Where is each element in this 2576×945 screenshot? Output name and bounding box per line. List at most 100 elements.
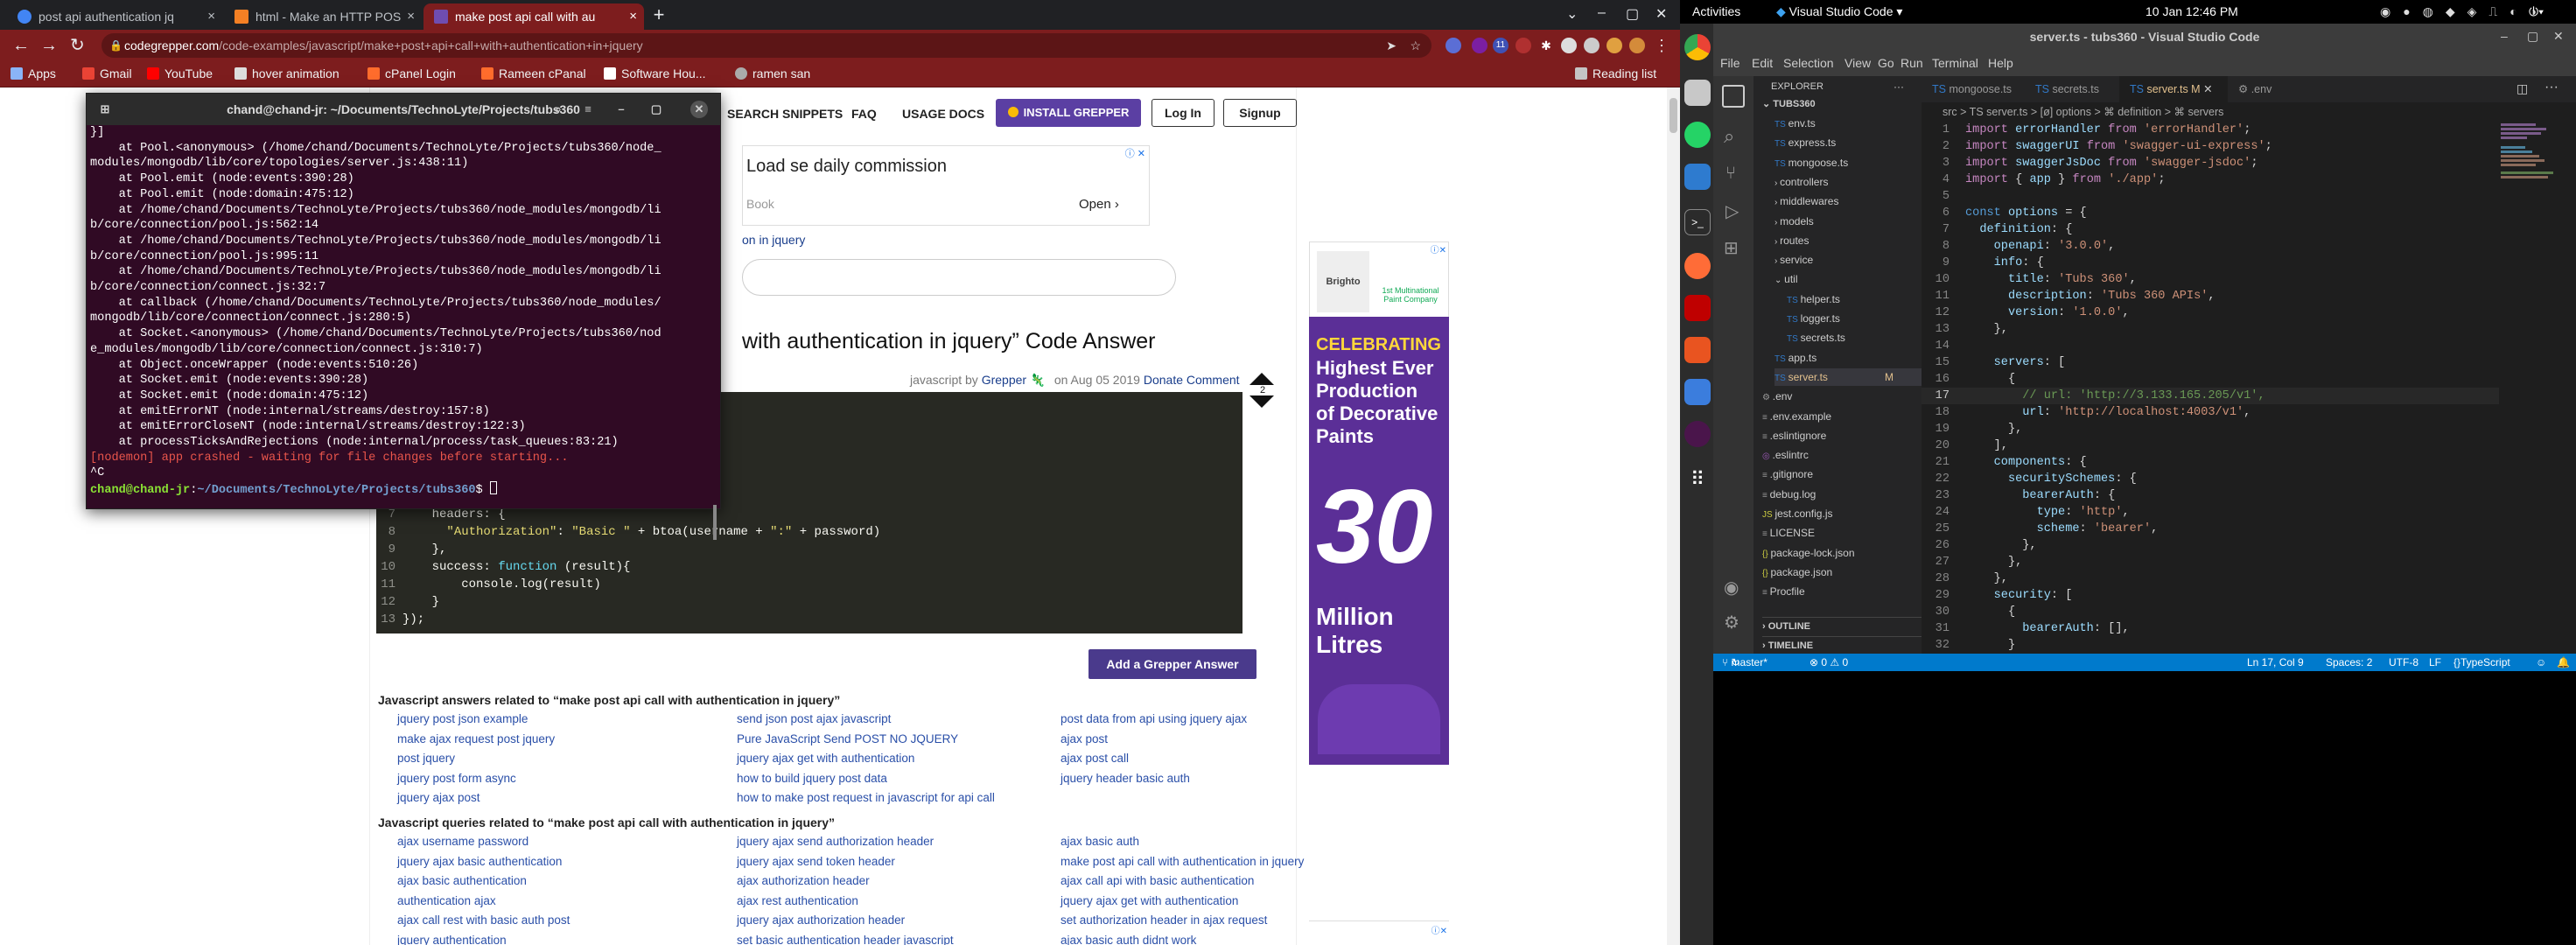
nav-faq[interactable]: FAQ [851,107,877,121]
related-link[interactable]: jquery ajax send authorization header [737,835,934,848]
related-link[interactable]: ajax basic authentication [397,874,527,887]
tree-item-app-ts[interactable]: TS app.ts [1774,349,1816,367]
minimize-icon[interactable]: – [1598,5,1606,21]
tree-item-util[interactable]: ⌄ util [1774,270,1798,288]
add-answer-button[interactable]: Add a Grepper Answer [1088,649,1256,679]
extension-icon[interactable]: ✱ [1538,38,1554,53]
ad-banner[interactable]: Load se daily commission Book Open › ⓘ ✕ [742,145,1150,226]
paint-ad[interactable]: CELEBRATING Highest Ever Production of D… [1309,317,1449,765]
close-icon[interactable]: × [407,9,415,24]
tab-search-icon[interactable]: ⌄ [1566,5,1578,23]
page-scrollbar[interactable] [1667,88,1680,945]
files-icon[interactable] [1684,80,1711,106]
software-store-icon[interactable] [1684,337,1711,363]
tree-item-env-ts[interactable]: TS env.ts [1774,115,1816,132]
explorer-icon[interactable] [1722,85,1745,108]
tree-item--env-example[interactable]: ≡ .env.example [1762,408,1831,425]
related-link[interactable]: set basic authentication header javascri… [737,934,954,945]
related-link[interactable]: jquery ajax basic authentication [397,855,562,868]
bookmark-ramen-san[interactable]: ramen san [735,66,810,80]
new-tab-icon[interactable]: ⊞ [95,101,115,118]
cursor-position[interactable]: Ln 17, Col 9 [2247,654,2304,671]
extension-icon[interactable] [1516,38,1531,53]
reload-icon[interactable]: ↻ [70,37,85,54]
tab-secrets[interactable]: TS secrets.ts [2025,76,2119,102]
tree-item-helper-ts[interactable]: TS helper.ts [1787,290,1840,308]
run-debug-icon[interactable]: ▷ [1726,200,1739,222]
terminal-window[interactable]: ⊞ chand@chand-jr: ~/Documents/TechnoLyte… [86,93,721,540]
tree-item-models[interactable]: › models [1774,213,1814,230]
git-branch[interactable]: ⑂ master* ↻ [1722,654,1768,671]
more-actions-icon[interactable]: ··· [1894,78,1904,95]
author-link[interactable]: Grepper [982,373,1026,387]
timeline-section[interactable]: › TIMELINE [1762,636,1922,654]
scrollbar-thumb[interactable] [1670,98,1677,133]
related-link[interactable]: jquery ajax send token header [737,855,895,868]
extension-icon[interactable] [1606,38,1622,53]
tab-mongoose[interactable]: TS mongoose.ts [1922,76,2025,102]
search-icon[interactable]: ⌕ [1724,125,1734,148]
tree-item-procfile[interactable]: ≡ Procfile [1762,583,1805,600]
terminal-icon[interactable]: >_ [1684,209,1711,235]
account-icon[interactable]: ◉ [1724,577,1739,598]
install-grepper-button[interactable]: INSTALL GREPPER [996,99,1141,127]
extensions-icon[interactable]: ⊞ [1724,237,1739,259]
menu-selection[interactable]: Selection [1783,56,1834,70]
menu-kebab-icon[interactable]: ⋮ [1654,38,1670,53]
related-link[interactable]: jquery authentication [397,934,507,945]
terminal-scrollbar[interactable] [713,505,717,540]
tree-item--gitignore[interactable]: ≡ .gitignore [1762,466,1813,483]
tree-item-express-ts[interactable]: TS express.ts [1774,134,1836,151]
close-icon[interactable]: × [629,9,637,24]
encoding[interactable]: UTF-8 [2389,654,2418,671]
system-menu-icon[interactable]: ⏻▾ [2529,4,2544,19]
language-mode[interactable]: {} TypeScript [2454,654,2510,671]
tree-item-secrets-ts[interactable]: TS secrets.ts [1787,329,1845,346]
side-ad[interactable]: Brighto 1st Multinational Paint Company … [1309,242,1449,326]
tree-item-mongoose-ts[interactable]: TS mongoose.ts [1774,154,1848,172]
tree-item-middlewares[interactable]: › middlewares [1774,192,1838,210]
split-editor-icon[interactable]: ◫ [2516,81,2528,96]
related-link[interactable]: post data from api using jquery ajax [1060,712,1247,725]
nav-usage-docs[interactable]: USAGE DOCS [902,107,984,121]
end-of-line[interactable]: LF [2429,654,2441,671]
postman-icon[interactable] [1684,253,1711,279]
breadcrumb-link[interactable]: on in jquery [742,233,805,247]
related-link[interactable]: how to build jquery post data [737,772,887,785]
browser-tab-3-active[interactable]: make post api call with au × [424,4,644,30]
search-input[interactable] [742,259,1176,296]
close-window-icon[interactable]: ✕ [1656,5,1667,23]
related-link[interactable]: ajax post call [1060,752,1129,765]
menu-go[interactable]: Go [1878,56,1894,70]
new-tab-button[interactable]: + [648,4,670,26]
bookmark-software-house[interactable]: Software Hou... [604,66,706,80]
upvote-icon[interactable] [1250,373,1274,385]
related-link[interactable]: jquery ajax authorization header [737,914,905,927]
related-link[interactable]: jquery ajax get with authentication [737,752,914,765]
address-bar[interactable]: 🔒 codegrepper.com/code-examples/javascri… [102,33,1432,58]
tree-item-package-json[interactable]: {} package.json [1762,564,1832,581]
editor-breadcrumb[interactable]: src > TS server.ts > [ø] options > ⌘ def… [1922,102,2576,122]
workspace-root[interactable]: ⌄ TUBS360 [1762,95,1816,113]
tree-item-service[interactable]: › service [1774,251,1813,269]
tree-item-jest-config-js[interactable]: JS jest.config.js [1762,505,1832,522]
related-link[interactable]: jquery post form async [397,772,516,785]
settings-gear-icon[interactable]: ⚙ [1724,612,1740,634]
maximize-icon[interactable]: ▢ [2527,29,2538,44]
profile-avatar[interactable] [1629,38,1645,53]
show-apps-icon[interactable]: ⠿ [1684,466,1711,493]
downvote-icon[interactable] [1250,396,1274,408]
tree-item-server-ts[interactable]: TS server.ts M [1774,368,1922,386]
ad-choices-icon[interactable]: ⓘ✕ [1432,923,1447,936]
related-link[interactable]: ajax username password [397,835,528,848]
code-editor[interactable]: 1 import errorHandler from 'errorHandler'… [1922,122,2499,654]
related-link[interactable]: jquery ajax post [397,791,480,804]
close-icon[interactable]: ✕ [2553,29,2564,44]
ad-choices-icon[interactable]: ⓘ ✕ [1125,146,1145,160]
tree-item--eslintignore[interactable]: ≡ .eslintignore [1762,427,1826,444]
browser-tab-1[interactable]: post api authentication jq × [7,4,222,30]
extension-icon[interactable] [1472,38,1488,53]
reading-list[interactable]: Reading list [1575,66,1656,80]
chrome-icon[interactable] [1684,34,1711,60]
donate-comment-link[interactable]: Donate Comment [1144,373,1240,387]
